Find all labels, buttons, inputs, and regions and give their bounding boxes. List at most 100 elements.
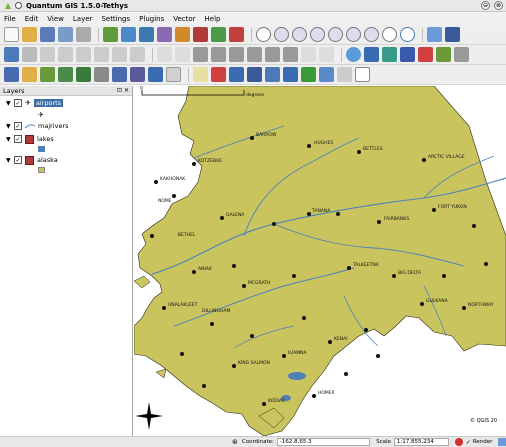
zoom-out-icon[interactable] xyxy=(292,27,307,42)
reshape-features-icon[interactable] xyxy=(283,47,298,62)
plugin-tool-icon[interactable] xyxy=(319,67,334,82)
simplify-feature-icon[interactable] xyxy=(193,47,208,62)
add-part-icon[interactable] xyxy=(229,47,244,62)
render-checkbox[interactable]: ✓ xyxy=(466,439,471,446)
refresh-icon[interactable] xyxy=(400,27,415,42)
add-postgis-layer-icon[interactable] xyxy=(139,27,154,42)
layer-item-airports[interactable]: ▼ ✓ ✈ airports xyxy=(0,96,132,110)
open-project-icon[interactable] xyxy=(22,27,37,42)
menu-edit[interactable]: Edit xyxy=(25,15,39,23)
quick-print-icon[interactable] xyxy=(337,67,352,82)
add-spatialite-layer-icon[interactable] xyxy=(157,27,172,42)
plugin-installer-icon[interactable] xyxy=(400,47,415,62)
move-annotation-icon[interactable] xyxy=(247,67,262,82)
split-features-icon[interactable] xyxy=(301,47,316,62)
zoom-next-icon[interactable] xyxy=(382,27,397,42)
map-drawing[interactable]: KAKHONAK BETHEL DILLINGHAM FAIRBANKS NOM… xyxy=(134,86,506,436)
capture-line-icon[interactable] xyxy=(58,47,73,62)
delete-ring-icon[interactable] xyxy=(247,47,262,62)
layer-visibility-checkbox[interactable]: ✓ xyxy=(14,156,22,164)
add-raster-layer-icon[interactable] xyxy=(121,27,136,42)
move-feature-icon[interactable] xyxy=(94,47,109,62)
layer-visibility-checkbox[interactable]: ✓ xyxy=(14,99,22,107)
layer-visibility-checkbox[interactable]: ✓ xyxy=(14,122,22,130)
add-wms-layer-icon[interactable] xyxy=(175,27,190,42)
composer-manager-icon[interactable] xyxy=(166,67,181,82)
save-as-icon[interactable] xyxy=(58,27,73,42)
menu-vector[interactable]: Vector xyxy=(173,15,195,23)
zoom-to-selection-icon[interactable] xyxy=(328,27,343,42)
zoom-to-layer-icon[interactable] xyxy=(346,27,361,42)
deselect-features-icon[interactable] xyxy=(22,67,37,82)
layer-item-alaska[interactable]: ▼ ✓ alaska xyxy=(0,154,132,166)
copyright-label-icon[interactable] xyxy=(355,67,370,82)
layer-visibility-checkbox[interactable]: ✓ xyxy=(14,135,22,143)
hide-all-layers-icon[interactable] xyxy=(301,67,316,82)
zoom-full-icon[interactable] xyxy=(310,27,325,42)
open-table-icon[interactable] xyxy=(40,67,55,82)
new-bookmark-icon[interactable] xyxy=(112,67,127,82)
form-annotation-icon[interactable] xyxy=(229,67,244,82)
capture-polygon-icon[interactable] xyxy=(76,47,91,62)
measure-area-icon[interactable] xyxy=(76,67,91,82)
gps-icon[interactable] xyxy=(346,47,361,62)
delete-selected-icon[interactable] xyxy=(130,47,145,62)
select-features-icon[interactable] xyxy=(4,67,19,82)
node-tool-icon[interactable] xyxy=(112,47,127,62)
add-ring-icon[interactable] xyxy=(211,47,226,62)
menu-plugins[interactable]: Plugins xyxy=(139,15,164,23)
capture-point-icon[interactable] xyxy=(40,47,55,62)
grass-icon[interactable] xyxy=(382,47,397,62)
toggle-editing-icon[interactable] xyxy=(4,47,19,62)
add-wfs-layer-icon[interactable] xyxy=(211,27,226,42)
undo-icon[interactable] xyxy=(157,47,172,62)
zoom-in-icon[interactable] xyxy=(274,27,289,42)
measure-line-icon[interactable] xyxy=(58,67,73,82)
expand-arrow-icon[interactable]: ▼ xyxy=(6,136,14,143)
annotation-icon[interactable] xyxy=(211,67,226,82)
new-composer-icon[interactable] xyxy=(148,67,163,82)
menu-settings[interactable]: Settings xyxy=(101,15,130,23)
projection-icon[interactable] xyxy=(498,438,506,446)
georeferencer-icon[interactable] xyxy=(364,47,379,62)
redo-icon[interactable] xyxy=(175,47,190,62)
save-edits-icon[interactable] xyxy=(22,47,37,62)
stop-render-icon[interactable] xyxy=(455,438,463,446)
new-vector-layer-icon[interactable] xyxy=(193,27,208,42)
panel-float-close-icon[interactable]: ⊡ ✕ xyxy=(117,86,129,96)
window-menu-button[interactable] xyxy=(15,2,22,9)
show-bookmarks-icon[interactable] xyxy=(130,67,145,82)
coordinate-capture-icon[interactable] xyxy=(418,47,433,62)
menu-help[interactable]: Help xyxy=(205,15,221,23)
more-tools-icon[interactable] xyxy=(454,47,469,62)
layer-item-lakes[interactable]: ▼ ✓ lakes xyxy=(0,133,132,145)
save-project-icon[interactable] xyxy=(40,27,55,42)
menu-view[interactable]: View xyxy=(47,15,64,23)
new-project-icon[interactable] xyxy=(4,27,19,42)
print-icon[interactable] xyxy=(76,27,91,42)
close-icon[interactable]: ⊗ xyxy=(494,1,503,10)
map-tips-icon[interactable] xyxy=(94,67,109,82)
zoom-last-icon[interactable] xyxy=(364,27,379,42)
expand-arrow-icon[interactable]: ▼ xyxy=(6,157,14,164)
coordinate-field[interactable]: -162.8,65.3 xyxy=(276,438,371,446)
show-all-layers-icon[interactable] xyxy=(283,67,298,82)
merge-features-icon[interactable] xyxy=(319,47,334,62)
scale-field[interactable]: 1:17,855,234 xyxy=(393,438,450,446)
remove-layer-icon[interactable] xyxy=(229,27,244,42)
pan-icon[interactable] xyxy=(256,27,271,42)
menu-file[interactable]: File xyxy=(4,15,16,23)
minimize-icon[interactable]: ⊖ xyxy=(481,1,490,10)
expand-arrow-icon[interactable]: ▼ xyxy=(6,100,14,107)
expand-arrow-icon[interactable]: ▼ xyxy=(6,123,14,130)
layer-item-majrivers[interactable]: ▼ ✓ majrivers xyxy=(0,119,132,133)
menu-layer[interactable]: Layer xyxy=(73,15,93,23)
label-icon[interactable] xyxy=(193,67,208,82)
overview-icon[interactable] xyxy=(265,67,280,82)
whats-this-icon[interactable] xyxy=(445,27,460,42)
add-vector-layer-icon[interactable] xyxy=(103,27,118,42)
delete-part-icon[interactable] xyxy=(265,47,280,62)
map-canvas[interactable]: KAKHONAK BETHEL DILLINGHAM FAIRBANKS NOM… xyxy=(134,86,506,436)
identify-icon[interactable] xyxy=(427,27,442,42)
python-console-icon[interactable] xyxy=(436,47,451,62)
